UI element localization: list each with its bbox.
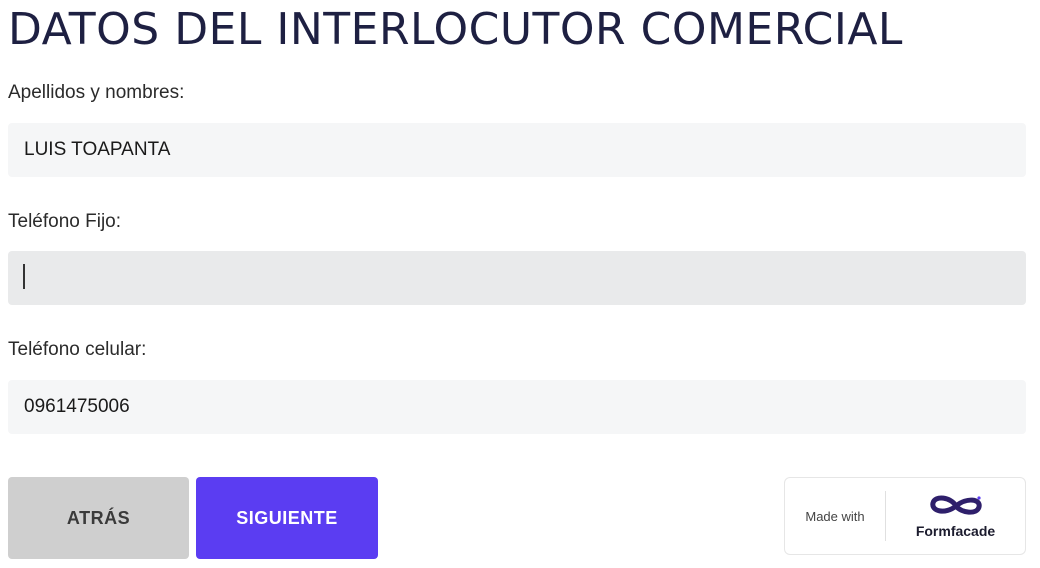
formfacade-name: Formfacade [915, 523, 996, 539]
landline-field-label: Teléfono Fijo: [8, 211, 122, 232]
formfacade-brand: Formfacade [886, 493, 1025, 539]
infinity-logo-icon [929, 495, 982, 515]
name-input[interactable] [8, 123, 1026, 177]
made-with-label: Made with [805, 508, 865, 524]
next-button[interactable]: SIGUIENTE [196, 477, 378, 559]
landline-input[interactable] [8, 251, 1026, 305]
made-with-formfacade-badge[interactable]: Made with Formfacade [784, 477, 1026, 555]
text-cursor [23, 264, 25, 289]
name-field-label: Apellidos y nombres: [8, 82, 185, 103]
mobile-input[interactable] [8, 380, 1026, 434]
back-button[interactable]: ATRÁS [8, 477, 189, 559]
page-title: DATOS DEL INTERLOCUTOR COMERCIAL [8, 4, 903, 55]
mobile-field-label: Teléfono celular: [8, 339, 147, 360]
